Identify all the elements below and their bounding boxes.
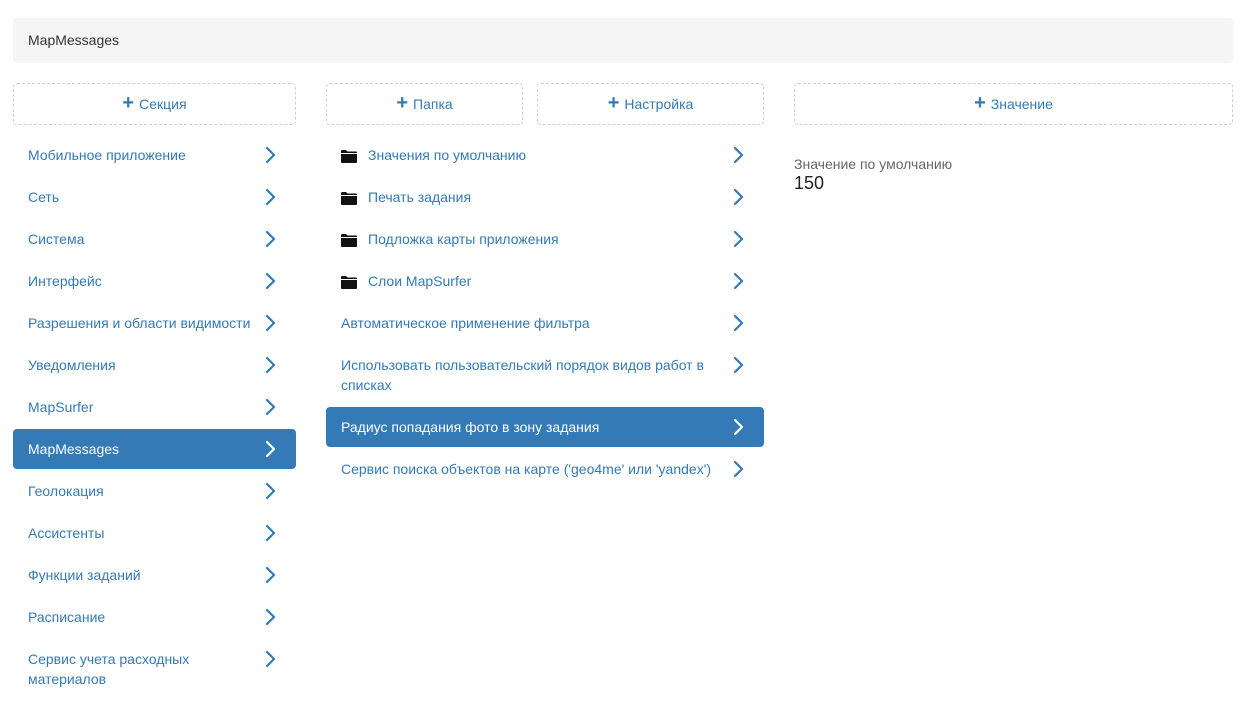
section-item-label: MapSurfer	[28, 399, 94, 415]
chevron-right-icon	[732, 314, 746, 332]
setting-item-label: Значения по умолчанию	[368, 147, 526, 163]
folder-icon	[341, 148, 357, 163]
values-column: + Значение Значение по умолчанию 150	[794, 83, 1233, 194]
chevron-right-icon	[264, 524, 278, 542]
section-item[interactable]: Уведомления	[13, 345, 296, 385]
chevron-right-icon	[732, 272, 746, 290]
chevron-right-icon	[264, 314, 278, 332]
value-label: Значение по умолчанию	[794, 156, 953, 172]
section-item-label: Уведомления	[28, 357, 116, 373]
plus-icon: +	[396, 92, 409, 114]
breadcrumb-text: MapMessages	[28, 32, 120, 48]
chevron-right-icon	[732, 418, 746, 436]
section-item[interactable]: Сеть	[13, 177, 296, 217]
section-item[interactable]: Геолокация	[13, 471, 296, 511]
setting-item[interactable]: Использовать пользовательский порядок ви…	[326, 345, 764, 405]
setting-item-label: Сервис поиска объектов на карте ('geo4me…	[341, 461, 712, 477]
chevron-right-icon	[264, 188, 278, 206]
chevron-right-icon	[264, 398, 278, 416]
section-item-label: Система	[28, 231, 85, 247]
chevron-right-icon	[264, 440, 278, 458]
section-item[interactable]: MapMessages	[13, 429, 296, 469]
settings-column: + Папка + Настройка Значения по умолчани…	[326, 83, 764, 491]
section-item[interactable]: Ассистенты	[13, 513, 296, 553]
section-item-label: Ассистенты	[28, 525, 105, 541]
section-item-label: Интерфейс	[28, 273, 102, 289]
setting-item[interactable]: Автоматическое применение фильтра	[326, 303, 764, 343]
setting-item-label: Радиус попадания фото в зону задания	[341, 419, 600, 435]
setting-item[interactable]: Радиус попадания фото в зону задания	[326, 407, 764, 447]
add-folder-button[interactable]: + Папка	[326, 83, 523, 125]
setting-item[interactable]: Печать задания	[326, 177, 764, 217]
section-item[interactable]: Разрешения и области видимости	[13, 303, 296, 343]
add-setting-label: Настройка	[624, 96, 694, 112]
chevron-right-icon	[264, 356, 278, 374]
section-item-label: Мобильное приложение	[28, 147, 186, 163]
chevron-right-icon	[732, 356, 746, 374]
setting-item-label: Автоматическое применение фильтра	[341, 315, 590, 331]
chevron-right-icon	[264, 650, 278, 668]
plus-icon: +	[974, 92, 986, 114]
chevron-right-icon	[732, 230, 746, 248]
section-item[interactable]: Расписание	[13, 597, 296, 637]
chevron-right-icon	[264, 482, 278, 500]
settings-list: Значения по умолчанию Печать задания Подло…	[326, 135, 764, 489]
add-folder-label: Папка	[413, 96, 453, 112]
sections-list: Мобильное приложение Сеть Система Интерфейс…	[13, 135, 296, 699]
add-section-button[interactable]: + Секция	[13, 83, 296, 125]
add-setting-button[interactable]: + Настройка	[537, 83, 764, 125]
plus-icon: +	[607, 92, 620, 114]
section-item[interactable]: Сервис учета расходных материалов	[13, 639, 296, 699]
folder-icon	[341, 274, 357, 289]
setting-item[interactable]: Сервис поиска объектов на карте ('geo4me…	[326, 449, 764, 489]
add-section-label: Секция	[139, 96, 187, 112]
section-item-label: MapMessages	[28, 441, 120, 457]
chevron-right-icon	[732, 188, 746, 206]
setting-item[interactable]: Подложка карты приложения	[326, 219, 764, 259]
section-item[interactable]: MapSurfer	[13, 387, 296, 427]
section-item-label: Сервис учета расходных материалов	[28, 651, 190, 687]
add-value-label: Значение	[990, 96, 1053, 112]
section-item[interactable]: Мобильное приложение	[13, 135, 296, 175]
chevron-right-icon	[264, 146, 278, 164]
section-item-label: Геолокация	[28, 483, 104, 499]
breadcrumb: MapMessages	[13, 18, 1233, 63]
section-item-label: Разрешения и области видимости	[28, 315, 251, 331]
plus-icon: +	[122, 92, 135, 114]
section-item-label: Расписание	[28, 609, 106, 625]
chevron-right-icon	[264, 566, 278, 584]
chevron-right-icon	[732, 146, 746, 164]
setting-item-label: Печать задания	[368, 189, 472, 205]
folder-icon	[341, 190, 357, 205]
section-item[interactable]: Функции заданий	[13, 555, 296, 595]
chevron-right-icon	[264, 608, 278, 626]
section-item[interactable]: Интерфейс	[13, 261, 296, 301]
value-text[interactable]: 150	[794, 172, 1233, 194]
section-item-label: Сеть	[28, 189, 60, 205]
chevron-right-icon	[264, 230, 278, 248]
setting-item-label: Использовать пользовательский порядок ви…	[341, 357, 704, 393]
section-item[interactable]: Система	[13, 219, 296, 259]
add-value-button[interactable]: + Значение	[794, 83, 1233, 125]
chevron-right-icon	[732, 460, 746, 478]
sections-column: + Секция Мобильное приложение Сеть Система…	[13, 83, 296, 701]
setting-item[interactable]: Значения по умолчанию	[326, 135, 764, 175]
setting-item[interactable]: Слои MapSurfer	[326, 261, 764, 301]
setting-item-label: Подложка карты приложения	[368, 231, 559, 247]
chevron-right-icon	[264, 272, 278, 290]
setting-item-label: Слои MapSurfer	[368, 273, 472, 289]
folder-icon	[341, 232, 357, 247]
section-item-label: Функции заданий	[28, 567, 141, 583]
